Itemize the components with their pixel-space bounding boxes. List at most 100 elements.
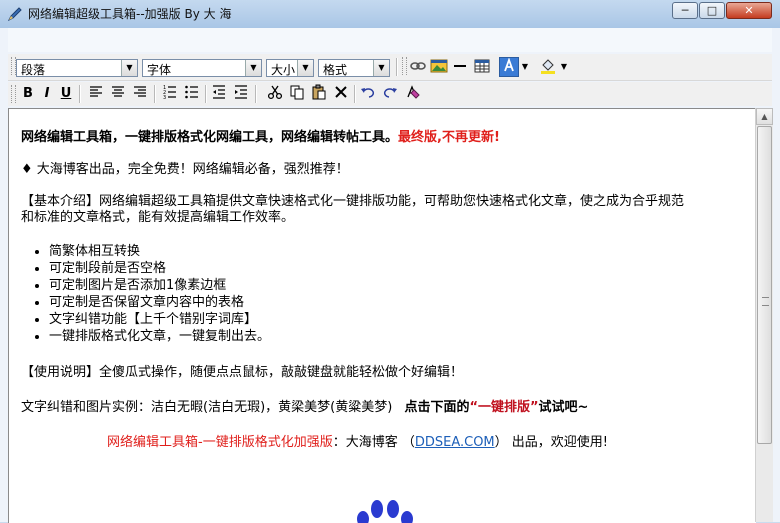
delete-x-icon xyxy=(335,86,347,98)
horizontal-line-icon xyxy=(454,65,466,67)
toolbar-separator xyxy=(354,85,356,103)
size-select-value: 大小 xyxy=(271,63,296,77)
pen-icon xyxy=(7,7,22,22)
toolbar-grip[interactable] xyxy=(402,57,407,75)
redo-icon xyxy=(383,88,397,98)
redo-button[interactable] xyxy=(380,84,400,104)
site-link[interactable]: DDSEA.COM xyxy=(415,435,495,450)
table-icon xyxy=(474,59,490,73)
scroll-up-button[interactable]: ▲ xyxy=(756,108,773,125)
indent-icon xyxy=(235,85,247,99)
list-item: 文字纠错功能【上千个错别字词库】 xyxy=(49,311,270,328)
chevron-down-icon: ▼ xyxy=(521,62,529,71)
highlight-color-button[interactable] xyxy=(538,57,558,77)
align-right-icon xyxy=(134,86,146,97)
toolbar-separator xyxy=(79,85,81,103)
insert-image-button[interactable] xyxy=(429,57,449,77)
thumb-grip xyxy=(762,297,769,306)
underline-icon: U xyxy=(60,86,72,101)
scissors-icon xyxy=(267,85,283,100)
undo-button[interactable] xyxy=(358,84,378,104)
bullet-list-icon xyxy=(185,85,198,99)
example-line: 文字纠错和图片实例：洁白无暇(洁白无瑕)，黄梁美梦(黄粱美梦) 点击下面的“一键… xyxy=(21,396,588,415)
indent-button[interactable] xyxy=(231,84,251,104)
example-bold: 点击下面的 xyxy=(404,400,470,415)
paw-logo-icon xyxy=(357,500,413,523)
vertical-scrollbar[interactable]: ▲ xyxy=(755,108,773,522)
horizontal-rule-button[interactable] xyxy=(450,57,470,77)
align-center-icon xyxy=(112,86,124,97)
highlight-color-dropdown[interactable]: ▼ xyxy=(558,57,570,77)
paragraph-select-value: 段落 xyxy=(21,63,46,77)
toolbar-separator xyxy=(255,85,257,103)
numbered-list-icon: 123 xyxy=(163,85,176,101)
delete-button[interactable] xyxy=(331,84,351,104)
size-select[interactable]: 大小 ▼ xyxy=(266,59,314,77)
italic-button[interactable]: I xyxy=(37,84,57,104)
footer-author: ：大海博客 （ xyxy=(332,435,415,450)
maximize-button[interactable]: □ xyxy=(699,2,725,19)
paste-button[interactable] xyxy=(309,84,329,104)
insert-table-button[interactable] xyxy=(472,57,492,77)
minimize-button[interactable]: ─ xyxy=(672,2,698,19)
scroll-thumb[interactable] xyxy=(757,126,772,444)
list-item: 可定制是否保留文章内容中的表格 xyxy=(49,294,270,311)
example-prefix: 文字纠错和图片实例：洁白无暇(洁白无瑕)，黄梁美梦(黄粱美梦) xyxy=(21,400,393,415)
headline-notice: 最终版,不再更新! xyxy=(398,130,500,145)
align-center-button[interactable] xyxy=(108,84,128,104)
toolbar-grip[interactable] xyxy=(11,85,16,103)
title-bar[interactable]: 网络编辑超级工具箱--加强版 By 大 海 ─ □ ✕ xyxy=(0,0,780,28)
font-color-icon xyxy=(504,57,514,72)
toolbar-separator xyxy=(205,85,207,103)
headline-text: 网络编辑工具箱，一键排版格式化网编工具，网络编辑转帖工具。 xyxy=(21,130,399,145)
font-select-value: 字体 xyxy=(147,63,172,77)
chevron-up-icon: ▲ xyxy=(761,112,768,121)
outdent-button[interactable] xyxy=(209,84,229,104)
svg-text:3: 3 xyxy=(163,95,166,100)
toolbar-separator xyxy=(396,58,398,76)
toolbar-separator xyxy=(154,85,156,103)
copy-button[interactable] xyxy=(287,84,307,104)
close-icon: ✕ xyxy=(744,4,754,17)
minimize-icon: ─ xyxy=(681,4,689,17)
footer-title: 网络编辑工具箱-一键排版格式化加强版 xyxy=(107,435,333,450)
cut-button[interactable] xyxy=(265,84,285,104)
intro-line: ♦ 大海博客出品，完全免费！网络编辑必备，强烈推荐！ xyxy=(21,162,349,177)
example-suffix: 试试吧~ xyxy=(538,400,589,415)
window-title: 网络编辑超级工具箱--加强版 By 大 海 xyxy=(28,7,232,21)
numbered-list-button[interactable]: 123 xyxy=(160,84,180,104)
app-window: 网络编辑超级工具箱--加强版 By 大 海 ─ □ ✕ 段落 ▼ 字体 ▼ 大小… xyxy=(0,0,780,523)
editor-area[interactable]: 网络编辑工具箱，一键排版格式化网编工具，网络编辑转帖工具。最终版,不再更新! ♦… xyxy=(8,108,756,523)
image-icon xyxy=(430,59,448,73)
chevron-down-icon: ▼ xyxy=(560,62,568,71)
format-select-value: 格式 xyxy=(323,63,348,77)
underline-button[interactable]: U xyxy=(56,84,76,104)
undo-icon xyxy=(361,88,375,98)
outdent-icon xyxy=(213,85,225,99)
paragraph-select[interactable]: 段落 ▼ xyxy=(16,59,138,77)
menu-bar xyxy=(8,28,772,52)
usage-line: 【使用说明】全傻瓜式操作，随便点点鼠标，敲敲键盘就能轻松做个好编辑！ xyxy=(21,365,464,380)
bold-icon: B xyxy=(23,86,33,101)
paint-bucket-icon xyxy=(541,59,555,74)
align-left-button[interactable] xyxy=(86,84,106,104)
align-right-button[interactable] xyxy=(130,84,150,104)
maximize-icon: □ xyxy=(706,4,718,17)
bold-button[interactable]: B xyxy=(18,84,38,104)
chevron-down-icon: ▼ xyxy=(245,60,261,76)
link-button[interactable] xyxy=(408,57,428,77)
font-select[interactable]: 字体 ▼ xyxy=(142,59,262,77)
feature-list: 简繁体相互转换 可定制段前是否空格 可定制图片是否添加1像素边框 可定制是否保留… xyxy=(21,243,270,345)
chevron-down-icon: ▼ xyxy=(297,60,313,76)
chain-link-icon xyxy=(410,62,426,70)
close-button[interactable]: ✕ xyxy=(726,2,772,19)
font-color-dropdown[interactable]: ▼ xyxy=(519,57,531,77)
headline: 网络编辑工具箱，一键排版格式化网编工具，网络编辑转帖工具。最终版,不再更新! xyxy=(21,126,500,145)
chevron-down-icon: ▼ xyxy=(373,60,389,76)
bullet-list-button[interactable] xyxy=(182,84,202,104)
clear-format-button[interactable] xyxy=(402,84,422,104)
align-left-icon xyxy=(90,86,102,97)
list-item: 简繁体相互转换 xyxy=(49,243,270,260)
format-select[interactable]: 格式 ▼ xyxy=(318,59,390,77)
font-color-button[interactable] xyxy=(499,57,519,77)
